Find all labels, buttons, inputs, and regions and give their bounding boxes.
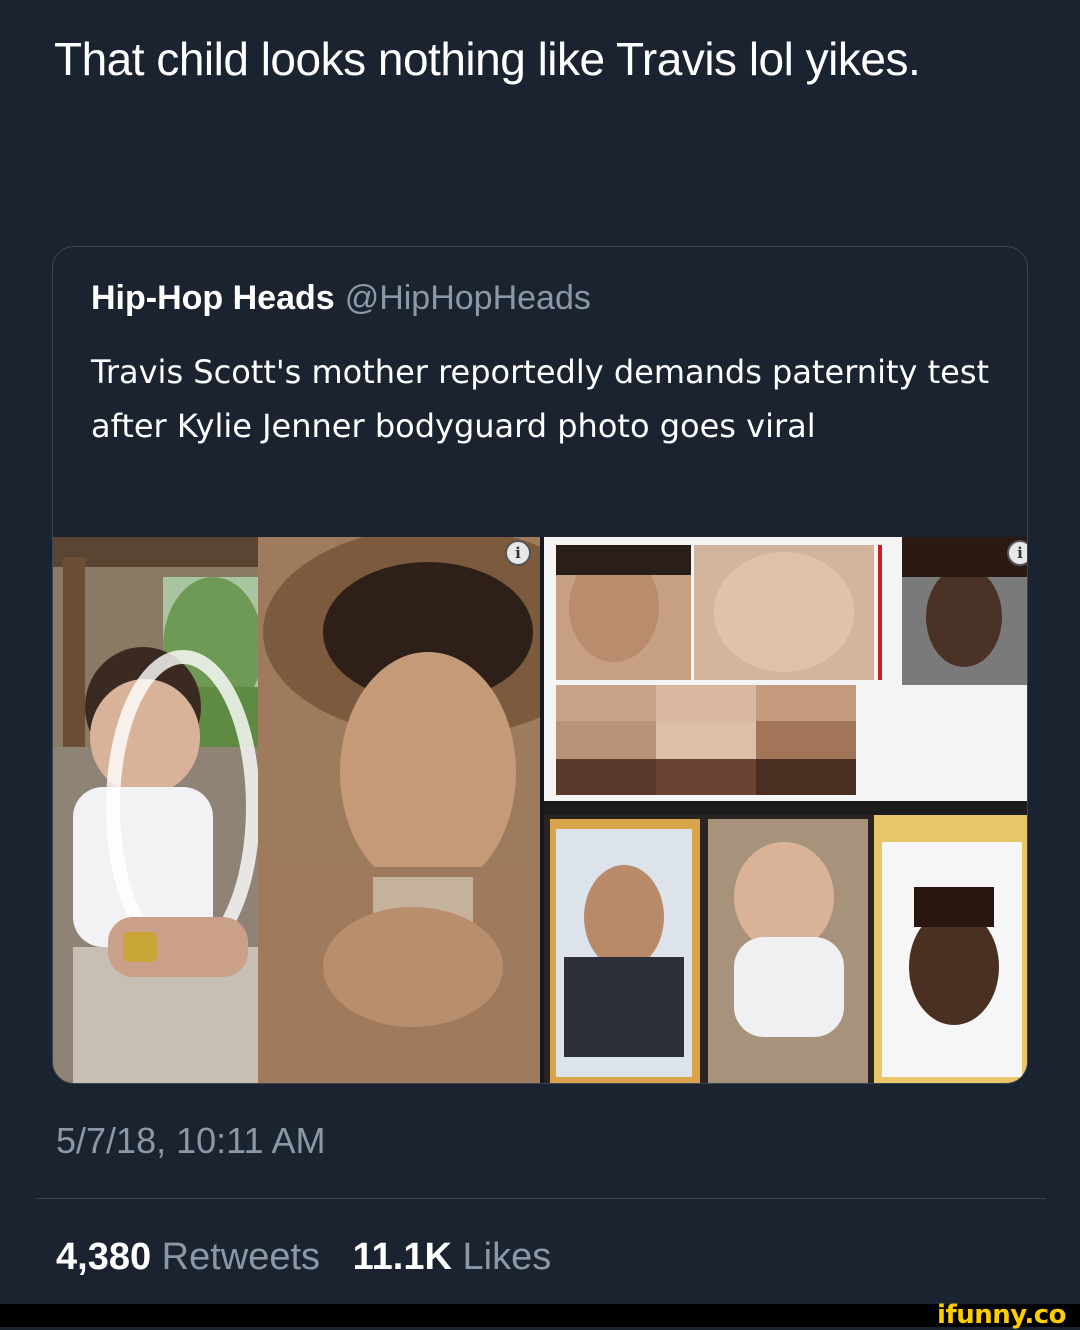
tweet-text: That child looks nothing like Travis lol… (54, 33, 921, 85)
footer-bar (0, 1304, 1080, 1327)
quoted-tweet-card[interactable]: Hip-Hop Heads @HipHopHeads Travis Scott's… (52, 246, 1028, 1084)
divider (36, 1198, 1046, 1199)
ifunny-watermark: ifunny.co (937, 1300, 1066, 1330)
tweet-stats: 4,380 Retweets 11.1K Likes (56, 1236, 573, 1279)
likes-label[interactable]: Likes (463, 1236, 552, 1278)
media-image-left[interactable]: i (53, 537, 540, 1083)
quoted-display-name[interactable]: Hip-Hop Heads (91, 279, 335, 317)
quoted-tweet-text: Travis Scott's mother reportedly demands… (91, 353, 990, 445)
retweets-count[interactable]: 4,380 (56, 1236, 151, 1278)
quoted-handle[interactable]: @HipHopHeads (345, 279, 591, 317)
quoted-tweet-media[interactable]: i i (53, 537, 1027, 1083)
photo-collage-right (544, 537, 1027, 1083)
info-icon[interactable]: i (1007, 540, 1027, 566)
retweets-label[interactable]: Retweets (162, 1236, 320, 1278)
likes-count[interactable]: 11.1K (353, 1236, 452, 1278)
tweet-timestamp[interactable]: 5/7/18, 10:11 AM (56, 1120, 326, 1162)
media-image-right[interactable]: i (544, 537, 1027, 1083)
photo-collage-left (53, 537, 540, 1083)
quoted-tweet-header: Hip-Hop Heads @HipHopHeads (91, 279, 591, 318)
info-icon[interactable]: i (505, 540, 531, 566)
